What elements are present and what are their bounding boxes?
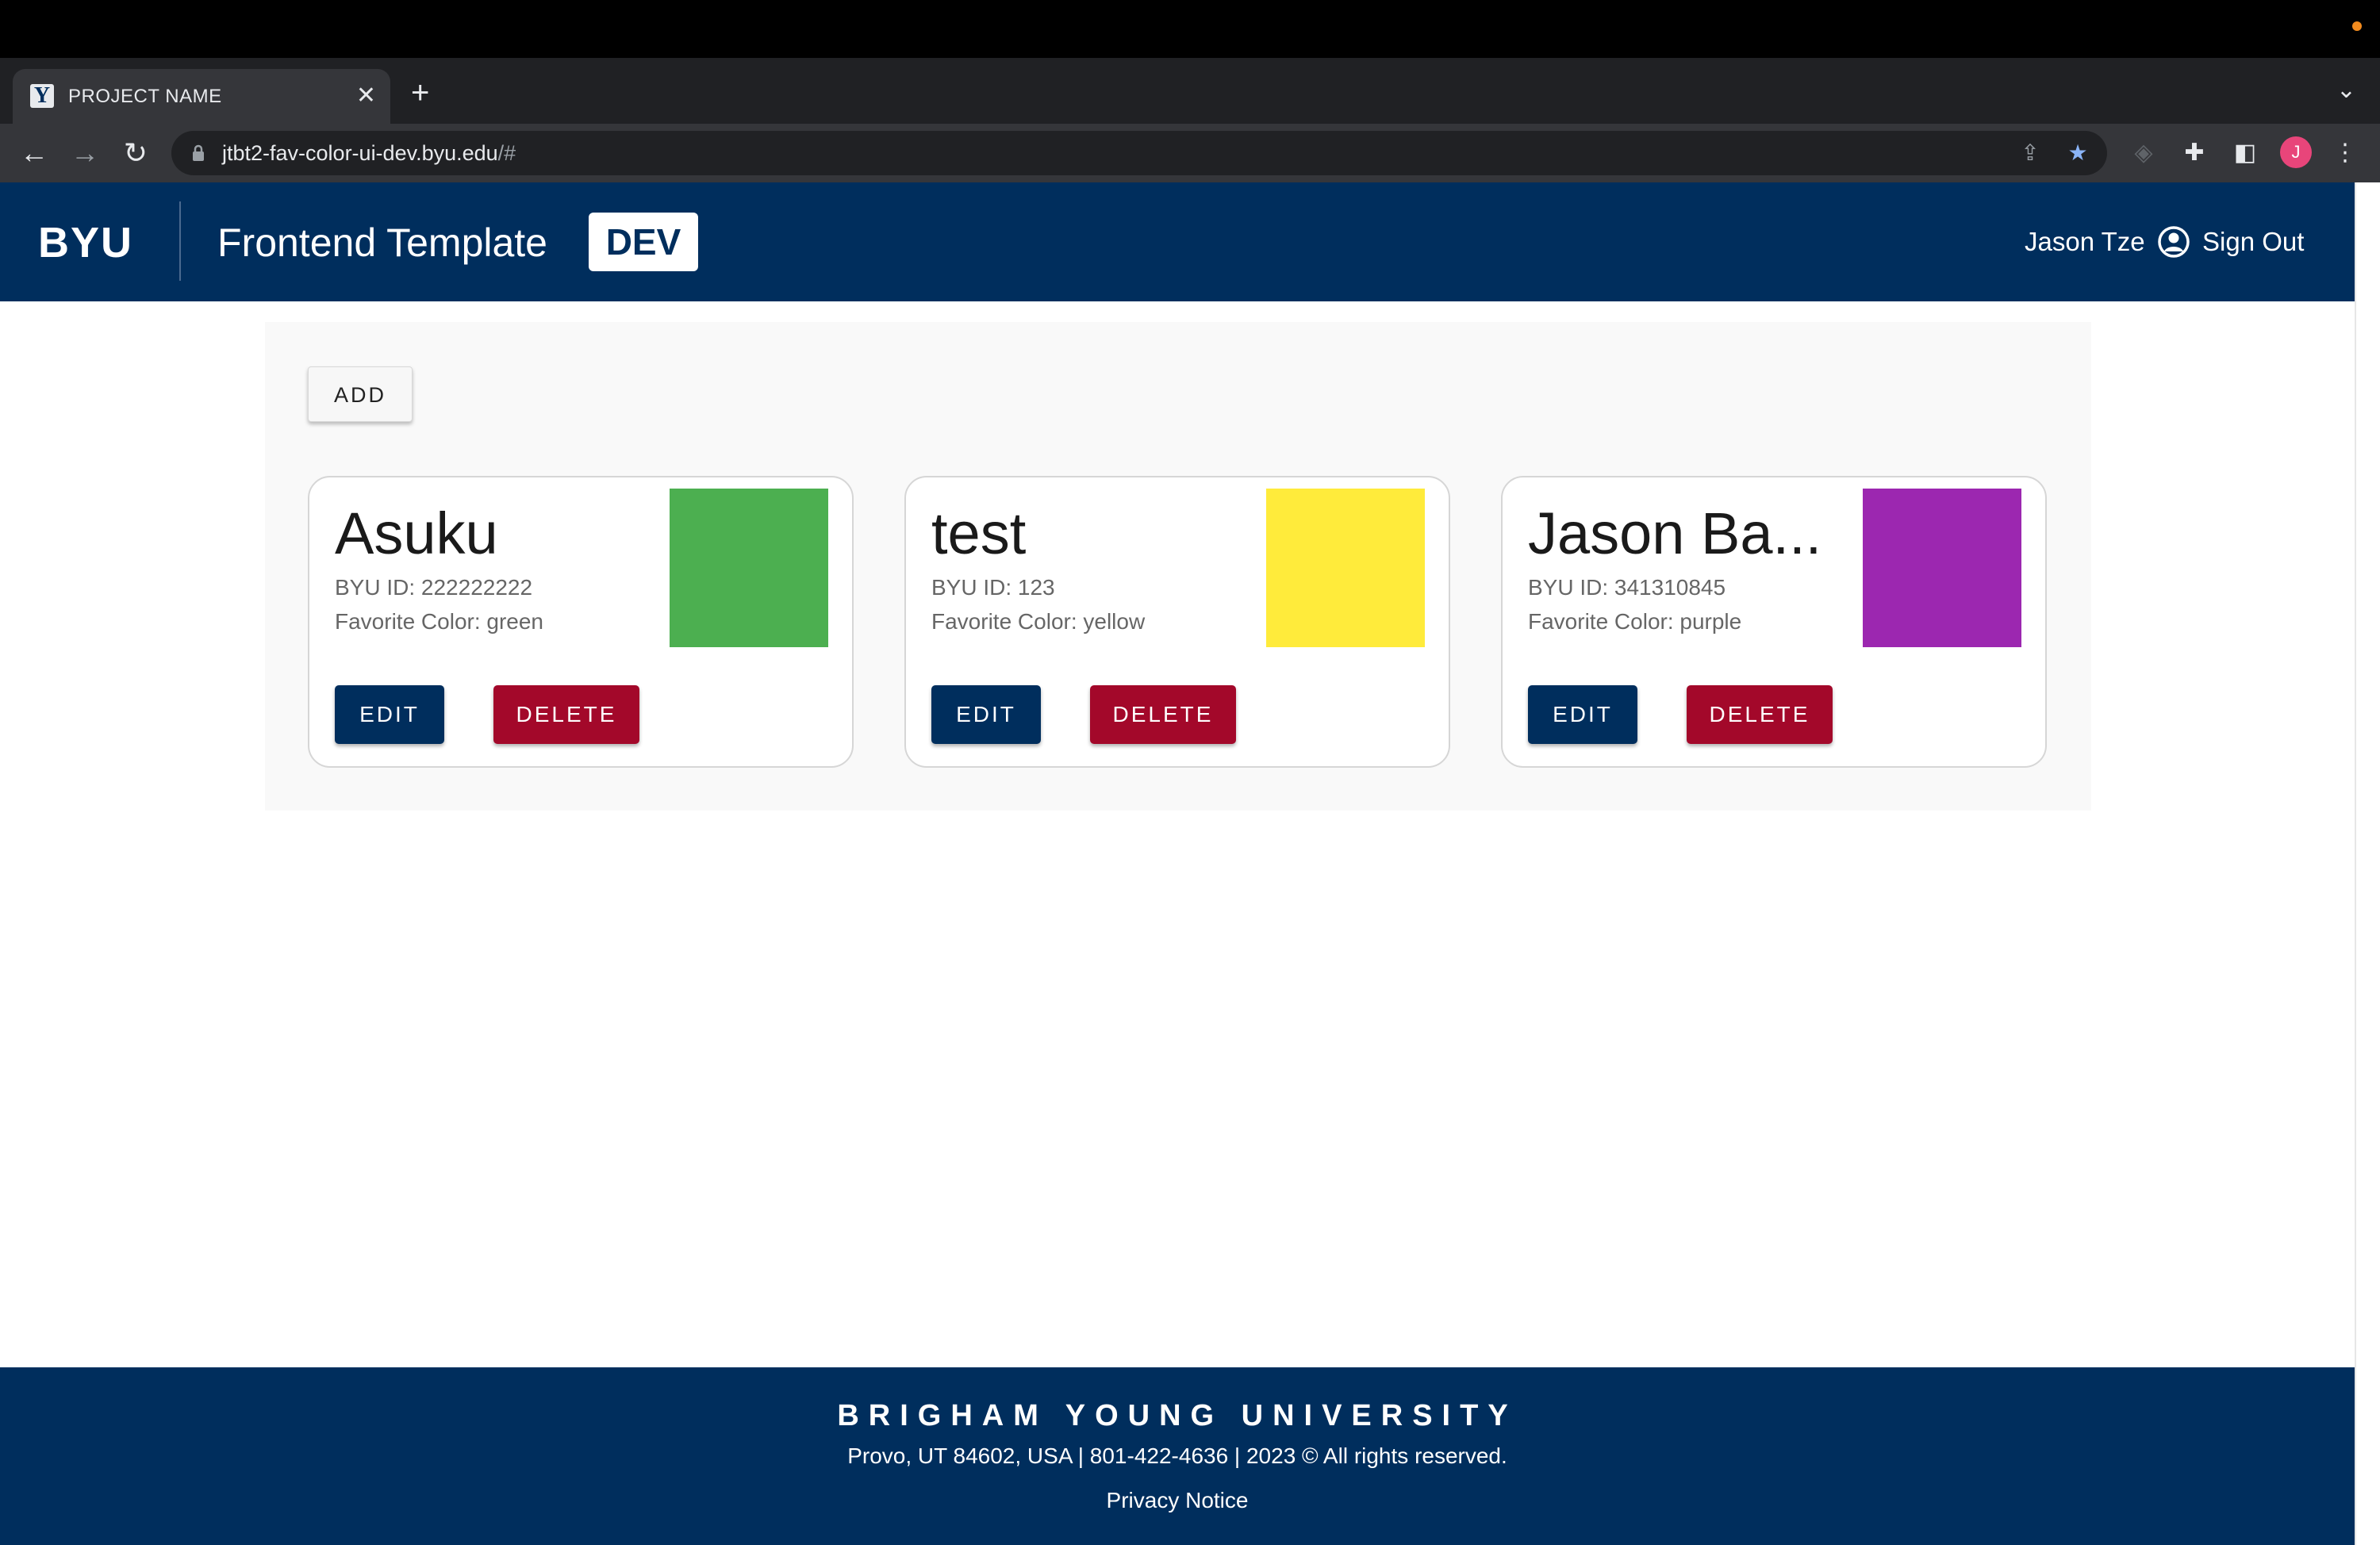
byu-logo[interactable]: BYU [38,220,133,265]
privacy-notice-link[interactable]: Privacy Notice [0,1486,2355,1515]
site-footer: BRIGHAM YOUNG UNIVERSITY Provo, UT 84602… [0,1367,2355,1545]
browser-toolbar: ← → ↻ jtbt2-fav-color-ui-dev.byu.edu/# ⇪… [0,124,2380,182]
browser-tab-strip: Y PROJECT NAME ✕ + ⌄ [0,58,2380,124]
site-title: Frontend Template [217,220,547,265]
person-card: Asuku BYU ID: 222222222 Favorite Color: … [308,476,854,768]
site-header: BYU Frontend Template DEV Jason Tze Sign… [0,182,2355,301]
edit-button[interactable]: EDIT [931,685,1041,744]
cards-container: ADD Asuku BYU ID: 222222222 Favorite Col… [265,322,2091,811]
environment-badge: DEV [589,213,698,271]
user-name: Jason Tze [2025,227,2145,256]
tab-search-chevron-icon[interactable]: ⌄ [2336,79,2356,102]
delete-button[interactable]: DELETE [1687,685,1833,744]
profile-avatar[interactable]: J [2280,136,2312,168]
forward-arrow-icon[interactable]: → [67,135,103,171]
page-scrollbar[interactable] [2355,182,2380,1545]
delete-button[interactable]: DELETE [1090,685,1236,744]
card-name: Jason Ba... [1528,500,1822,566]
add-button[interactable]: ADD [308,366,413,422]
back-arrow-icon[interactable]: ← [16,135,52,171]
color-swatch [670,489,828,647]
delete-button[interactable]: DELETE [493,685,639,744]
web-page: BYU Frontend Template DEV Jason Tze Sign… [0,182,2355,1545]
person-card: Jason Ba... BYU ID: 341310845 Favorite C… [1501,476,2047,768]
edit-button[interactable]: EDIT [1528,685,1637,744]
card-byu-id: BYU ID: 123 [931,575,1055,600]
footer-university-name: BRIGHAM YOUNG UNIVERSITY [837,1399,1518,1432]
footer-address: Provo, UT 84602, USA | 801-422-4636 | 20… [847,1443,1507,1468]
card-favorite-color: Favorite Color: yellow [931,609,1146,634]
card-favorite-color: Favorite Color: green [335,609,544,634]
tab-title: PROJECT NAME [68,86,222,107]
color-swatch [1266,489,1425,647]
user-account-icon [2158,226,2190,258]
recording-indicator-icon [2352,21,2362,31]
os-menu-bar [0,0,2380,58]
sign-out-link[interactable]: Sign Out [2202,225,2304,259]
card-favorite-color: Favorite Color: purple [1528,609,1742,634]
new-tab-icon[interactable]: + [411,77,429,109]
lock-icon [193,144,204,161]
chrome-menu-icon[interactable]: ⋮ [2329,137,2361,169]
card-name: Asuku [335,500,498,566]
bookmark-star-icon[interactable]: ★ [2064,140,2091,167]
url-text[interactable]: jtbt2-fav-color-ui-dev.byu.edu/# [222,141,516,165]
share-icon[interactable]: ⇪ [2017,140,2044,167]
card-name: test [931,500,1027,566]
edit-button[interactable]: EDIT [335,685,444,744]
reload-icon[interactable]: ↻ [117,135,154,171]
side-panel-icon[interactable]: ◧ [2229,137,2261,169]
byu-favicon-icon: Y [30,84,54,108]
card-byu-id: BYU ID: 341310845 [1528,575,1726,600]
close-tab-icon[interactable]: ✕ [356,82,376,109]
extensions-puzzle-icon[interactable]: ✚ [2178,137,2210,169]
browser-tab[interactable]: Y PROJECT NAME ✕ [13,69,390,124]
person-card: test BYU ID: 123 Favorite Color: yellow … [904,476,1450,768]
card-byu-id: BYU ID: 222222222 [335,575,533,600]
color-swatch [1863,489,2021,647]
extension-shield-icon[interactable]: ◈ [2128,137,2159,169]
address-bar[interactable]: jtbt2-fav-color-ui-dev.byu.edu/# ⇪ ★ [171,131,2107,175]
header-divider [179,201,181,281]
